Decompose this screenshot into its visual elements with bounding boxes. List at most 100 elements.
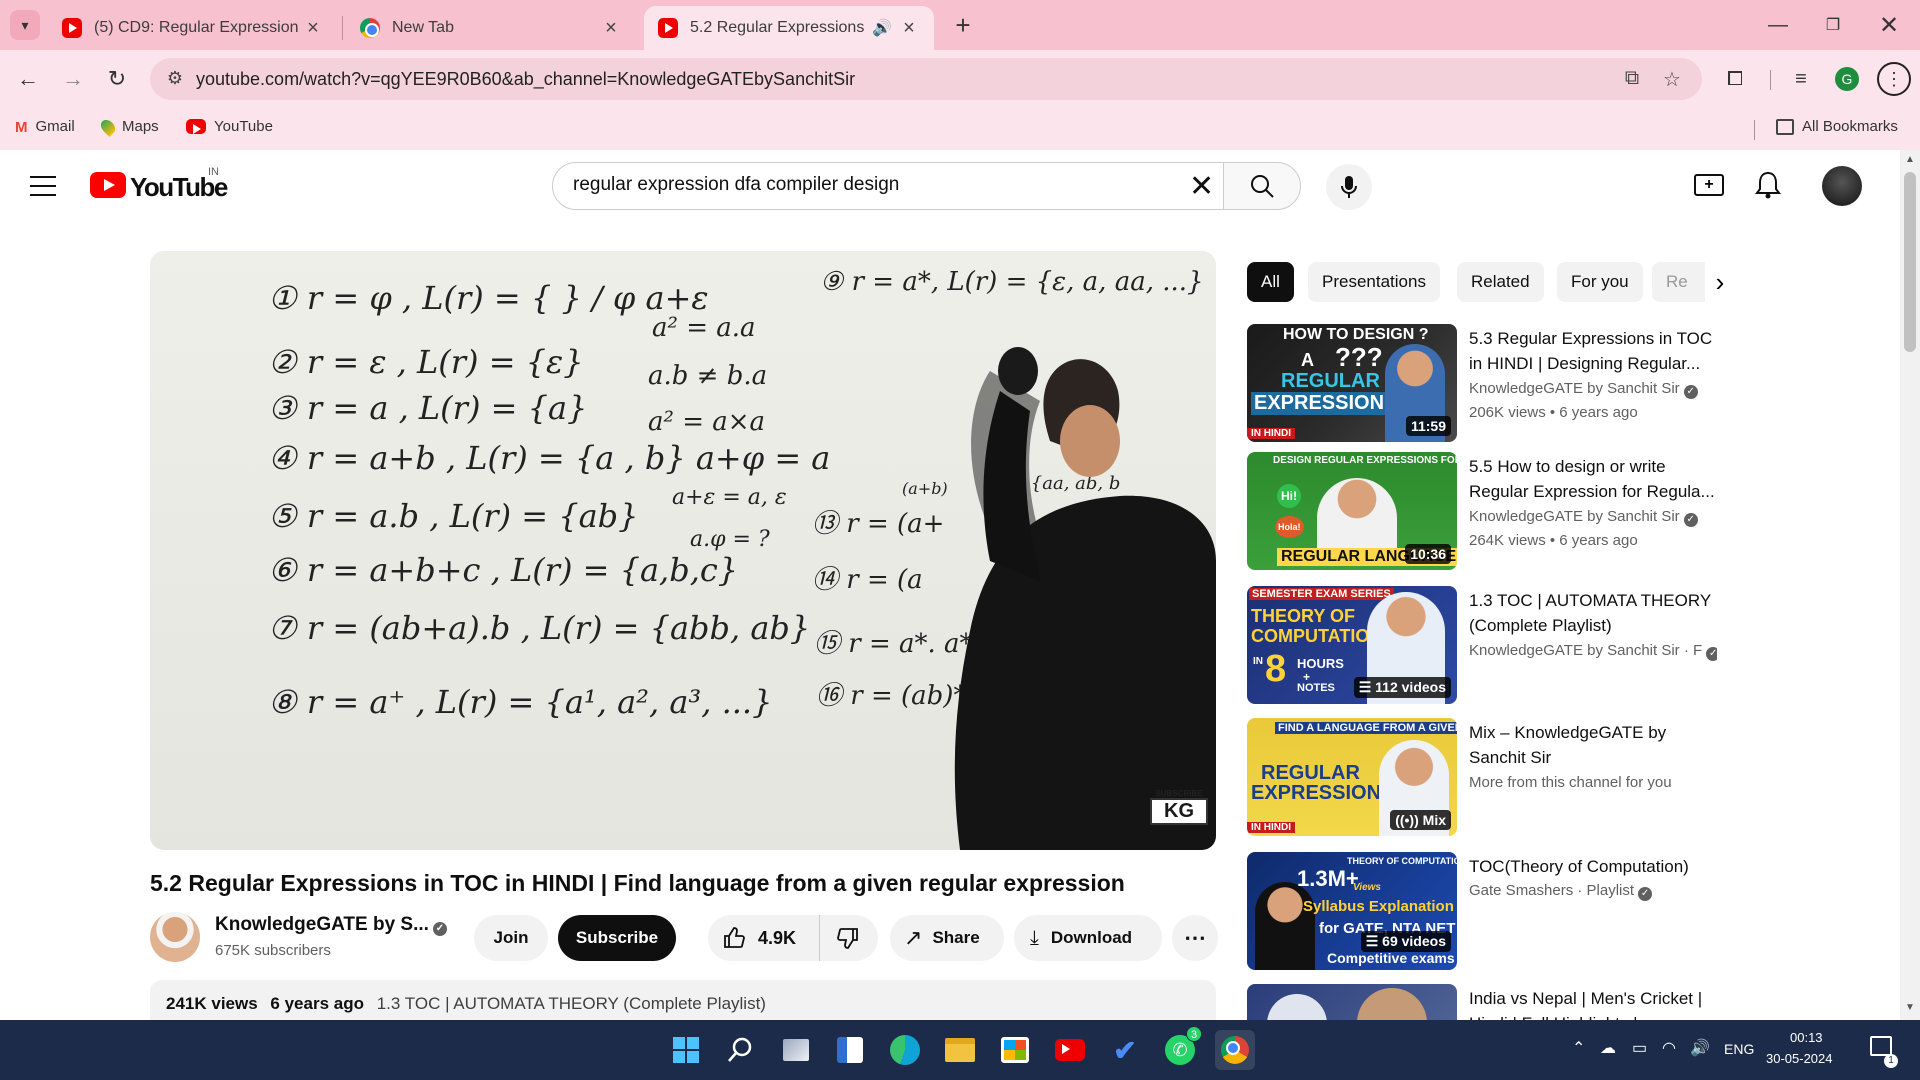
chrome-button[interactable] (1215, 1030, 1255, 1070)
playlist-thumbnail[interactable]: THEORY OF COMPUTATION 1.3M+ Views Syllab… (1247, 852, 1457, 970)
video-thumbnail[interactable]: HOW TO DESIGN ? A ??? REGULAR EXPRESSION… (1247, 324, 1457, 442)
forward-button[interactable]: → (56, 62, 90, 96)
open-in-app-icon[interactable]: ⧉ (1620, 67, 1644, 91)
new-tab-button[interactable]: + (948, 10, 978, 40)
account-avatar[interactable] (1822, 166, 1862, 206)
profile-button[interactable]: G (1832, 64, 1862, 94)
recommendation-channel[interactable]: KnowledgeGATE by Sanchit Sir ✓ (1469, 380, 1717, 399)
recommendation-title[interactable]: TOC(Theory of Computation) (1469, 854, 1719, 879)
tab-active-video[interactable]: 5.2 Regular Expressions in T 🔊 × (644, 6, 934, 50)
media-control-icon[interactable]: ≡ (1786, 64, 1816, 94)
todo-button[interactable]: ✔ (1105, 1030, 1145, 1070)
scrollbar-thumb[interactable] (1904, 172, 1916, 352)
recommendation-item[interactable]: India vs Nepal | Men's Cricket | Hindi |… (1247, 984, 1717, 1020)
tab-cd9[interactable]: (5) CD9: Regular Expression to N × (48, 6, 338, 50)
like-button[interactable]: 4.9K (708, 915, 820, 961)
search-input[interactable] (573, 174, 1133, 196)
youtube-app-button[interactable] (1050, 1030, 1090, 1070)
extensions-icon[interactable]: ⧠ (1720, 64, 1750, 94)
chip-related[interactable]: Related (1457, 262, 1544, 302)
url-text[interactable]: youtube.com/watch?v=qgYEE9R0B60&ab_chann… (196, 69, 855, 90)
chevron-right-icon[interactable]: › (1705, 262, 1735, 302)
playlist-thumbnail[interactable]: SEMESTER EXAM SERIES THEORY OF COMPUTATI… (1247, 586, 1457, 704)
chip-all[interactable]: All (1247, 262, 1294, 302)
back-button[interactable]: ← (11, 62, 45, 96)
chip-presentations[interactable]: Presentations (1308, 262, 1440, 302)
whatsapp-button[interactable]: ✆ 3 (1160, 1026, 1202, 1070)
subscribe-button[interactable]: Subscribe (558, 915, 676, 961)
volume-icon[interactable]: 🔊 (1690, 1038, 1710, 1058)
channel-name[interactable]: KnowledgeGATE by S... ✓ (215, 914, 447, 936)
edge-button[interactable] (885, 1030, 925, 1070)
tab-search-button[interactable]: ▾ (10, 10, 40, 40)
notifications-icon[interactable] (1870, 1036, 1892, 1056)
description-box[interactable]: 241K views 6 years ago 1.3 TOC | AUTOMAT… (150, 980, 1216, 1020)
join-button[interactable]: Join (474, 915, 548, 961)
close-icon[interactable]: × (898, 17, 920, 40)
video-player[interactable]: ① r = φ , L(r) = { } / φ a+ε a² = a.a ② … (150, 251, 1216, 850)
clock-date[interactable]: 30-05-2024 (1766, 1051, 1833, 1066)
recommendation-title[interactable]: 1.3 TOC | AUTOMATA THEORY (Complete Play… (1469, 588, 1719, 638)
recommendation-title[interactable]: Mix – KnowledgeGATE by Sanchit Sir (1469, 720, 1719, 770)
recommendation-title[interactable]: India vs Nepal | Men's Cricket | Hindi |… (1469, 986, 1719, 1020)
search-button[interactable] (1223, 162, 1301, 210)
recommendation-channel[interactable]: KnowledgeGATE by Sanchit Sir ✓ (1469, 508, 1717, 527)
star-icon[interactable]: ☆ (1660, 67, 1684, 91)
restore-button[interactable]: ❐ (1810, 8, 1856, 42)
recommendation-item[interactable]: SEMESTER EXAM SERIES THEORY OF COMPUTATI… (1247, 586, 1717, 706)
download-button[interactable]: ⤓ Download (1014, 915, 1162, 961)
tab-new-tab[interactable]: New Tab × (346, 6, 636, 50)
share-button[interactable]: ↗ Share (890, 915, 1004, 961)
dislike-button[interactable] (820, 915, 876, 961)
menu-icon[interactable]: ⋮ (1877, 62, 1911, 96)
voice-search-button[interactable] (1326, 164, 1372, 210)
chip-recently-uploaded[interactable]: Re (1652, 262, 1712, 302)
cloud-icon[interactable]: ☁ (1600, 1038, 1616, 1058)
widgets-button[interactable] (830, 1030, 870, 1070)
all-bookmarks-button[interactable]: All Bookmarks (1776, 118, 1898, 135)
recommendation-title[interactable]: 5.5 How to design or write Regular Expre… (1469, 454, 1719, 504)
battery-icon[interactable]: ▭ (1632, 1038, 1647, 1058)
playlist-link[interactable]: 1.3 TOC | AUTOMATA THEORY (Complete Play… (377, 994, 766, 1013)
reload-button[interactable]: ↻ (100, 62, 134, 96)
chip-for-you[interactable]: For you (1557, 262, 1643, 302)
recommendation-item[interactable]: HOW TO DESIGN ? A ??? REGULAR EXPRESSION… (1247, 324, 1717, 444)
bookmark-maps[interactable]: Maps (98, 116, 159, 137)
bookmark-youtube[interactable]: YouTube (186, 118, 273, 135)
create-video-icon[interactable]: + (1694, 174, 1724, 196)
page-scrollbar[interactable]: ▲ ▼ (1900, 150, 1920, 1020)
taskbar-search-button[interactable] (720, 1030, 760, 1070)
task-view-button[interactable] (776, 1030, 816, 1070)
channel-avatar[interactable] (150, 912, 200, 962)
close-icon[interactable]: × (302, 17, 324, 40)
recommendation-item[interactable]: FIND A LANGUAGE FROM A GIVEN REGULAR EXP… (1247, 718, 1717, 838)
clock-time[interactable]: 00:13 (1790, 1030, 1823, 1045)
input-language[interactable]: ENG (1724, 1041, 1754, 1057)
recommendation-item[interactable]: DESIGN REGULAR EXPRESSIONS FOR Hi! Hola!… (1247, 452, 1717, 572)
scroll-down-arrow-icon[interactable]: ▼ (1905, 1002, 1915, 1013)
youtube-logo[interactable]: YouTube IN (0, 150, 230, 220)
channel-watermark[interactable]: SUBSCRIBE KG (1150, 789, 1208, 831)
minimize-button[interactable]: — (1755, 8, 1801, 42)
store-button[interactable] (995, 1030, 1035, 1070)
wifi-icon[interactable]: ◠ (1662, 1038, 1676, 1058)
clear-search-icon[interactable]: ✕ (1189, 169, 1214, 204)
speaker-icon[interactable]: 🔊 (872, 18, 892, 38)
bookmark-gmail[interactable]: M Gmail (15, 118, 75, 136)
start-button[interactable] (666, 1030, 706, 1070)
video-thumbnail[interactable] (1247, 984, 1457, 1020)
recommendation-title[interactable]: 5.3 Regular Expressions in TOC in HINDI … (1469, 326, 1719, 376)
close-window-button[interactable]: ✕ (1866, 8, 1912, 42)
show-hidden-icons[interactable]: ⌃ (1572, 1038, 1585, 1058)
site-info-icon[interactable]: ⚙ (164, 68, 186, 90)
mix-thumbnail[interactable]: FIND A LANGUAGE FROM A GIVEN REGULAR EXP… (1247, 718, 1457, 836)
recommendation-channel[interactable]: Gate Smashers · Playlist ✓ (1469, 882, 1717, 901)
recommendation-channel[interactable]: KnowledgeGATE by Sanchit Sir · F ✓ (1469, 642, 1717, 661)
address-bar[interactable]: ⚙ youtube.com/watch?v=qgYEE9R0B60&ab_cha… (150, 58, 1702, 100)
notifications-bell-icon[interactable] (1755, 170, 1781, 200)
search-box[interactable]: ✕ (552, 162, 1224, 210)
more-actions-button[interactable]: ⋯ (1172, 915, 1218, 961)
file-explorer-button[interactable] (940, 1030, 980, 1070)
video-thumbnail[interactable]: DESIGN REGULAR EXPRESSIONS FOR Hi! Hola!… (1247, 452, 1457, 570)
close-icon[interactable]: × (600, 17, 622, 40)
